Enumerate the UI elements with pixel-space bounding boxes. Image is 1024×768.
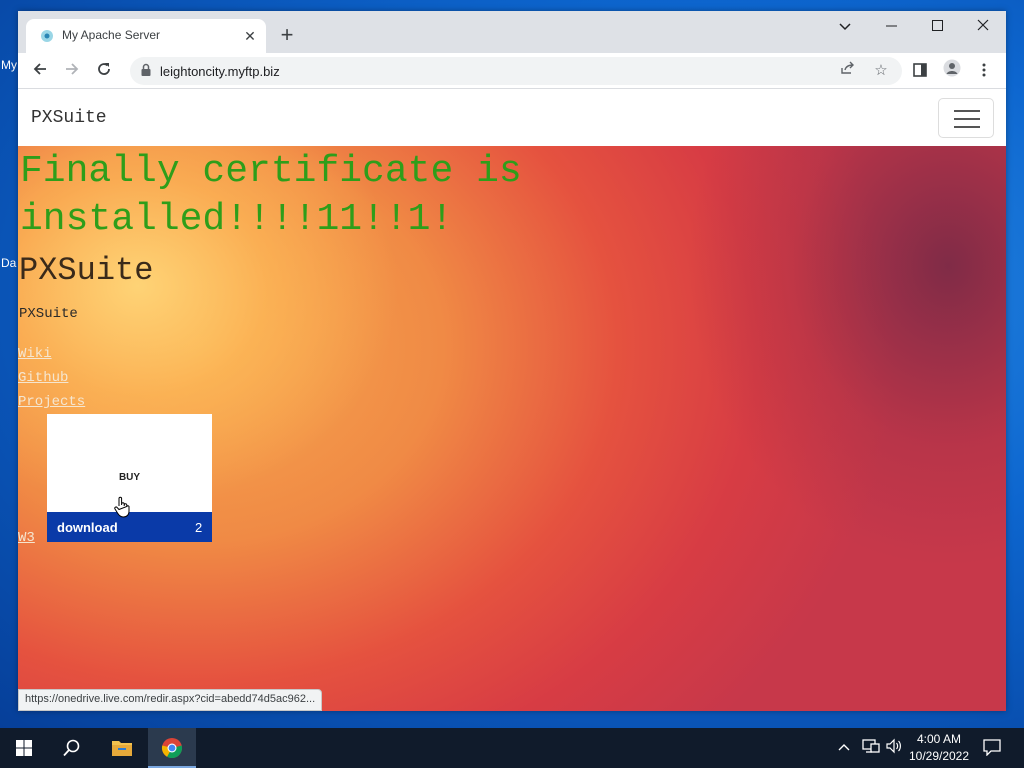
tab-strip: My Apache Server ✕ + <box>18 11 1006 53</box>
back-button[interactable] <box>26 57 54 85</box>
chrome-icon <box>161 738 183 759</box>
profile-icon <box>943 59 961 77</box>
minimize-icon <box>885 25 897 27</box>
tab-title: My Apache Server <box>62 28 161 42</box>
file-explorer-icon <box>112 741 132 756</box>
clock-time: 4:00 AM <box>916 732 962 746</box>
forward-icon <box>66 63 79 75</box>
profile-button[interactable] <box>938 57 966 85</box>
network-icon[interactable] <box>862 738 880 757</box>
maximize-icon <box>931 20 943 31</box>
desktop-icon-label[interactable]: My <box>1 58 17 72</box>
url-text: leightoncity.myftp.biz <box>160 64 280 79</box>
reload-button[interactable] <box>90 57 118 85</box>
menu-button[interactable] <box>970 57 998 85</box>
site-navbar: PXSuite <box>18 90 1006 146</box>
forward-button[interactable] <box>58 57 86 85</box>
lock-icon[interactable] <box>140 63 152 77</box>
clock-date: 10/29/2022 <box>908 749 970 763</box>
hamburger-icon-line <box>954 126 980 128</box>
tab-my-apache-server[interactable]: My Apache Server ✕ <box>26 19 266 53</box>
download-label: download <box>57 520 118 535</box>
navbar-toggle-button[interactable] <box>938 98 994 138</box>
hamburger-icon-line <box>954 118 980 120</box>
link-w3[interactable]: W3 <box>18 530 35 546</box>
headline: Finally certificate is installed!!!!11!!… <box>20 150 522 241</box>
notification-icon[interactable] <box>983 739 1001 759</box>
download-count: 2 <box>195 520 203 535</box>
close-window-button[interactable] <box>960 13 1006 41</box>
page-heading: PXSuite <box>19 252 154 289</box>
hero-section: Finally certificate is installed!!!!11!!… <box>18 146 1006 711</box>
search-icon <box>63 739 80 757</box>
start-button[interactable] <box>0 728 48 768</box>
share-icon[interactable] <box>836 61 858 81</box>
menu-dots-icon <box>982 63 986 77</box>
reload-icon <box>98 63 110 75</box>
chevron-up-icon[interactable] <box>838 738 850 754</box>
desktop-icon-label[interactable]: Da <box>1 256 17 270</box>
file-explorer-button[interactable] <box>98 728 146 768</box>
chrome-taskbar-button[interactable] <box>148 728 196 768</box>
status-bar: https://onedrive.live.com/redir.aspx?cid… <box>18 689 323 711</box>
address-bar[interactable]: leightoncity.myftp.biz ☆ <box>130 57 902 85</box>
subtext: PXSuite <box>19 306 78 322</box>
minimize-button[interactable] <box>868 13 914 41</box>
side-panel-button[interactable] <box>906 57 934 85</box>
tab-search-button[interactable] <box>822 13 868 41</box>
chevron-down-icon <box>839 23 851 31</box>
search-button[interactable] <box>48 728 96 768</box>
back-icon <box>33 63 46 75</box>
star-icon[interactable]: ☆ <box>870 61 892 81</box>
plus-icon: + <box>280 22 294 47</box>
browser-window: My Apache Server ✕ + leightoncity.myftp.… <box>18 11 1006 711</box>
download-card[interactable]: BUY download 2 <box>47 414 212 542</box>
link-github[interactable]: Github <box>18 370 68 386</box>
link-projects[interactable]: Projects <box>18 394 85 410</box>
system-clock[interactable]: 4:00 AM 10/29/2022 <box>904 731 974 765</box>
side-panel-icon <box>913 63 927 77</box>
browser-toolbar: leightoncity.myftp.biz ☆ <box>18 53 1006 89</box>
close-icon <box>977 19 989 31</box>
windows-start-icon <box>16 740 32 756</box>
buy-button[interactable]: BUY <box>47 472 212 483</box>
link-wiki[interactable]: Wiki <box>18 346 52 362</box>
hand-cursor-icon <box>114 496 130 518</box>
navbar-brand[interactable]: PXSuite <box>31 108 107 128</box>
volume-icon[interactable] <box>886 738 902 757</box>
taskbar: 4:00 AM 10/29/2022 <box>0 728 1024 768</box>
new-tab-button[interactable]: + <box>274 23 300 49</box>
maximize-button[interactable] <box>914 13 960 41</box>
hamburger-icon <box>954 110 980 112</box>
close-icon[interactable]: ✕ <box>240 26 260 46</box>
globe-favicon-icon <box>41 30 53 42</box>
web-page: PXSuite Finally certificate is installed… <box>18 90 1006 711</box>
